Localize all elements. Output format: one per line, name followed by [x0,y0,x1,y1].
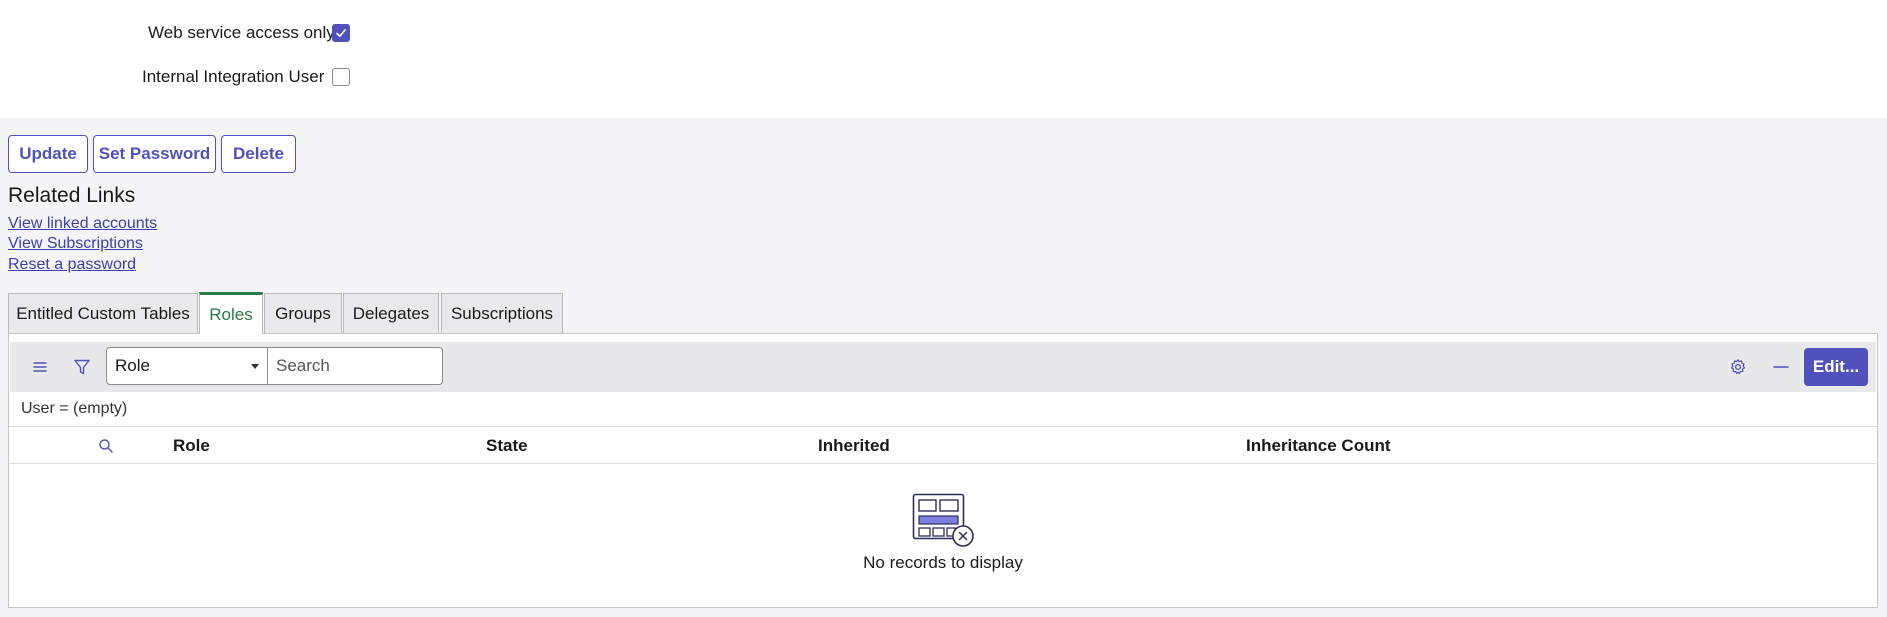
caret-down-icon [251,364,259,369]
column-header-role[interactable]: Role [173,436,210,456]
column-header-inherited[interactable]: Inherited [818,436,890,456]
view-linked-accounts-link[interactable]: View linked accounts [8,215,157,233]
view-subscriptions-link[interactable]: View Subscriptions [8,235,143,253]
search-field-value: Role [115,356,150,375]
column-search-icon[interactable] [98,438,114,459]
internal-integration-label: Internal Integration User [142,67,325,86]
filter-breadcrumb[interactable]: User = (empty) [21,400,127,418]
roles-list-panel: Role Edit... User = (empty) Role State I [8,333,1878,608]
tab-subscriptions[interactable]: Subscriptions [441,293,563,333]
tab-delegates[interactable]: Delegates [343,293,439,333]
internal-integration-checkbox[interactable] [332,68,350,86]
minus-icon[interactable] [1769,355,1793,379]
web-service-label: Web service access only [148,23,335,42]
gear-icon[interactable] [1726,355,1750,379]
form-section: Web service access only Internal Integra… [0,0,1887,118]
column-header-state[interactable]: State [486,436,528,456]
update-button[interactable]: Update [8,135,88,173]
tab-entitled-custom-tables[interactable]: Entitled Custom Tables [8,293,198,333]
column-header-inheritance-count[interactable]: Inheritance Count [1246,436,1391,456]
search-field-select[interactable]: Role [106,347,268,385]
edit-button[interactable]: Edit... [1804,348,1868,386]
hamburger-icon[interactable] [28,355,52,379]
list-toolbar: Role Edit... [10,342,1876,392]
related-links-title: Related Links [8,184,136,207]
reset-password-link[interactable]: Reset a password [8,256,136,274]
delete-button[interactable]: Delete [221,135,296,173]
checkmark-icon [336,29,346,37]
funnel-icon[interactable] [70,355,94,379]
search-input[interactable] [268,347,443,385]
empty-table-icon [912,493,978,554]
table-header-row: Role State Inherited Inheritance Count [9,426,1877,464]
set-password-button[interactable]: Set Password [93,135,216,173]
empty-message: No records to display [863,553,1023,572]
tab-roles[interactable]: Roles [199,292,263,334]
internal-integration-row: Internal Integration User [142,65,324,89]
tab-groups[interactable]: Groups [264,293,342,333]
web-service-checkbox[interactable] [332,24,350,42]
web-service-row: Web service access only [148,21,335,45]
